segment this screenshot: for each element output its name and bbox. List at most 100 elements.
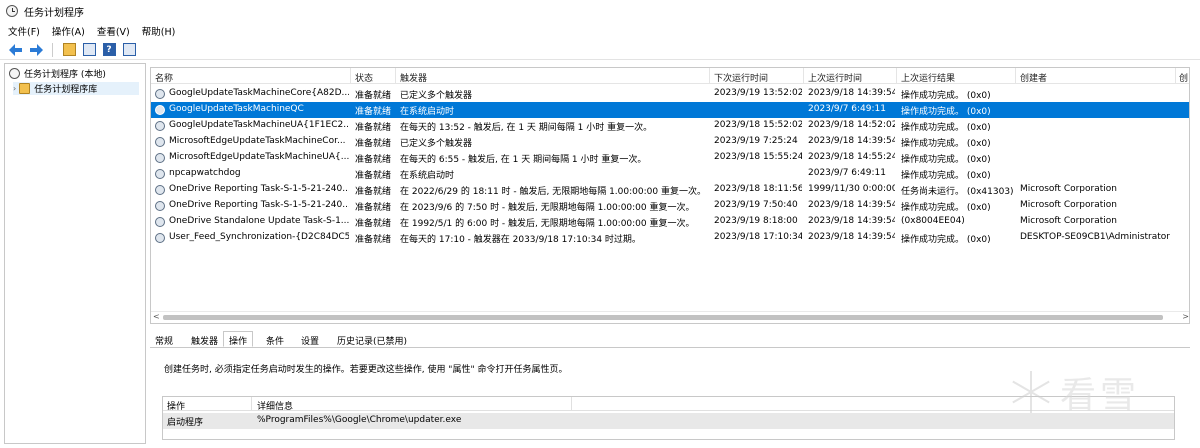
task-name: GoogleUpdateTaskMachineUA{1F1EC2... xyxy=(169,120,349,130)
task-next-run: 2023/9/18 17:10:34 xyxy=(714,232,802,242)
task-row[interactable]: MicrosoftEdgeUpdateTaskMachineCor... 准备就绪… xyxy=(151,134,1189,150)
task-row[interactable]: GoogleUpdateTaskMachineUA{1F1EC2... 准备就绪在… xyxy=(151,118,1189,134)
action-pane-icon xyxy=(122,43,136,56)
task-last-run: 1999/11/30 0:00:00 xyxy=(808,184,895,194)
task-last-run: 2023/9/18 14:39:54 xyxy=(808,88,895,98)
task-last-run: 2023/9/18 14:52:02 xyxy=(808,120,895,130)
show-action-pane-button[interactable] xyxy=(121,42,137,58)
col-divider[interactable] xyxy=(571,397,572,411)
task-name: GoogleUpdateTaskMachineCore{A82D... xyxy=(169,88,349,98)
task-author: Microsoft Corporation xyxy=(1020,184,1117,194)
task-row[interactable]: OneDrive Reporting Task-S-1-5-21-240... 准… xyxy=(151,182,1189,198)
back-button[interactable] xyxy=(8,42,24,58)
help-icon: ? xyxy=(102,43,116,56)
menu-action[interactable]: 操作(A) xyxy=(52,24,85,38)
col-header-created[interactable]: 创 xyxy=(1179,71,1188,84)
task-last-run: 2023/9/18 14:39:54 xyxy=(808,200,895,210)
horizontal-scrollbar[interactable]: < > xyxy=(151,311,1189,323)
task-next-run: 2023/9/18 15:52:02 xyxy=(714,120,802,130)
col-divider[interactable] xyxy=(803,68,804,84)
task-row[interactable]: OneDrive Standalone Update Task-S-1... 准备… xyxy=(151,214,1189,230)
task-status: 准备就绪 xyxy=(355,219,392,229)
col-header-trigger[interactable]: 触发器 xyxy=(400,71,427,84)
task-next-run: 2023/9/19 7:25:24 xyxy=(714,136,798,146)
col-divider[interactable] xyxy=(350,68,351,84)
actions-col-details[interactable]: 详细信息 xyxy=(257,399,293,412)
task-trigger: 在每天的 17:10 - 触发器在 2033/9/18 17:10:34 时过期… xyxy=(400,235,641,245)
tree-item-task-library[interactable]: › 任务计划程序库 xyxy=(13,82,139,95)
task-clock-icon xyxy=(155,233,165,243)
tab-history[interactable]: 历史记录(已禁用) xyxy=(332,332,412,348)
actions-description: 创建任务时, 必须指定任务启动时发生的操作。若要更改这些操作, 使用 "属性" … xyxy=(164,365,568,375)
task-last-result: 操作成功完成。 (0x0) xyxy=(901,203,991,213)
tab-settings[interactable]: 设置 xyxy=(296,332,324,348)
task-row[interactable]: User_Feed_Synchronization-{D2C84DC5... 准备… xyxy=(151,230,1189,246)
show-hide-console-tree-button[interactable] xyxy=(81,42,97,58)
menu-file[interactable]: 文件(F) xyxy=(8,24,40,38)
col-header-author[interactable]: 创建者 xyxy=(1020,71,1047,84)
folder-up-icon xyxy=(62,43,76,56)
task-row[interactable]: GoogleUpdateTaskMachineCore{A82D... 准备就绪已… xyxy=(151,86,1189,102)
task-last-result: 任务尚未运行。 (0x41303) xyxy=(901,187,1014,197)
task-name: OneDrive Reporting Task-S-1-5-21-240... xyxy=(169,184,349,194)
task-status: 准备就绪 xyxy=(355,107,392,117)
task-author: Microsoft Corporation xyxy=(1020,200,1117,210)
task-clock-icon xyxy=(155,217,165,227)
task-scheduler-clock-icon xyxy=(6,5,18,17)
back-arrow-icon xyxy=(9,43,22,56)
tab-conditions[interactable]: 条件 xyxy=(261,332,289,348)
task-status: 准备就绪 xyxy=(355,203,392,213)
col-header-last-result[interactable]: 上次运行结果 xyxy=(901,71,955,84)
col-divider[interactable] xyxy=(1015,68,1016,84)
col-header-status[interactable]: 状态 xyxy=(355,71,373,84)
task-trigger: 在 2022/6/29 的 18:11 时 - 触发后, 无限期地每隔 1.00… xyxy=(400,187,706,197)
task-row[interactable]: npcapwatchdog 准备就绪 在系统启动时 2023/9/7 6:49:11 操… xyxy=(151,166,1189,182)
task-list: 名称 状态 触发器 下次运行时间 上次运行时间 上次运行结果 创建者 创 Goo… xyxy=(150,67,1190,324)
tree-root-label: 任务计划程序 (本地) xyxy=(24,70,106,80)
task-clock-icon xyxy=(155,121,165,131)
col-divider[interactable] xyxy=(709,68,710,84)
task-row[interactable]: MicrosoftEdgeUpdateTaskMachineUA{... 准备就绪… xyxy=(151,150,1189,166)
task-last-result: 操作成功完成。 (0x0) xyxy=(901,171,991,181)
console-tree-icon xyxy=(82,43,96,56)
task-row[interactable]: GoogleUpdateTaskMachineQC 准备就绪 在系统启动时 2023/… xyxy=(151,102,1189,118)
tree-root-local[interactable]: 任务计划程序 (本地) xyxy=(9,67,106,80)
task-trigger: 在 2023/9/6 的 7:50 时 - 触发后, 无限期地每隔 1.00:0… xyxy=(400,203,695,213)
forward-button[interactable] xyxy=(28,42,44,58)
col-header-name[interactable]: 名称 xyxy=(155,71,173,84)
actions-col-action[interactable]: 操作 xyxy=(167,399,185,412)
col-divider[interactable] xyxy=(395,68,396,84)
task-trigger: 在系统启动时 xyxy=(400,107,455,117)
col-divider[interactable] xyxy=(251,397,252,411)
forward-arrow-icon xyxy=(30,43,43,56)
console-tree: 任务计划程序 (本地) › 任务计划程序库 xyxy=(4,63,146,444)
col-divider[interactable] xyxy=(896,68,897,84)
col-header-last-run[interactable]: 上次运行时间 xyxy=(808,71,862,84)
col-divider[interactable] xyxy=(1175,68,1176,84)
task-clock-icon xyxy=(155,89,165,99)
task-status: 准备就绪 xyxy=(355,187,392,197)
task-last-result: 操作成功完成。 (0x0) xyxy=(901,123,991,133)
task-last-run: 2023/9/18 14:39:54 xyxy=(808,216,895,226)
tab-actions[interactable]: 操作 xyxy=(223,331,254,347)
scroll-right-arrow-icon[interactable]: > xyxy=(1182,312,1189,321)
scroll-thumb[interactable] xyxy=(163,315,1163,320)
task-last-result: 操作成功完成。 (0x0) xyxy=(901,91,991,101)
menu-view[interactable]: 查看(V) xyxy=(97,24,130,38)
col-header-next-run[interactable]: 下次运行时间 xyxy=(714,71,768,84)
task-row[interactable]: OneDrive Reporting Task-S-1-5-21-240... 准… xyxy=(151,198,1189,214)
task-name: User_Feed_Synchronization-{D2C84DC5... xyxy=(169,232,349,242)
task-next-run: 2023/9/19 7:50:40 xyxy=(714,200,798,210)
menu-help[interactable]: 帮助(H) xyxy=(142,24,176,38)
task-name: MicrosoftEdgeUpdateTaskMachineUA{... xyxy=(169,152,349,162)
task-status: 准备就绪 xyxy=(355,171,392,181)
scroll-left-arrow-icon[interactable]: < xyxy=(153,312,160,321)
title-bar: 任务计划程序 xyxy=(0,0,1200,22)
up-folder-button[interactable] xyxy=(61,42,77,58)
tab-general[interactable]: 常规 xyxy=(150,332,178,348)
task-name: MicrosoftEdgeUpdateTaskMachineCor... xyxy=(169,136,346,146)
task-status: 准备就绪 xyxy=(355,123,392,133)
expand-chevron-icon[interactable]: › xyxy=(13,84,16,93)
tab-triggers[interactable]: 触发器 xyxy=(186,332,223,348)
help-button[interactable]: ? xyxy=(101,42,117,58)
